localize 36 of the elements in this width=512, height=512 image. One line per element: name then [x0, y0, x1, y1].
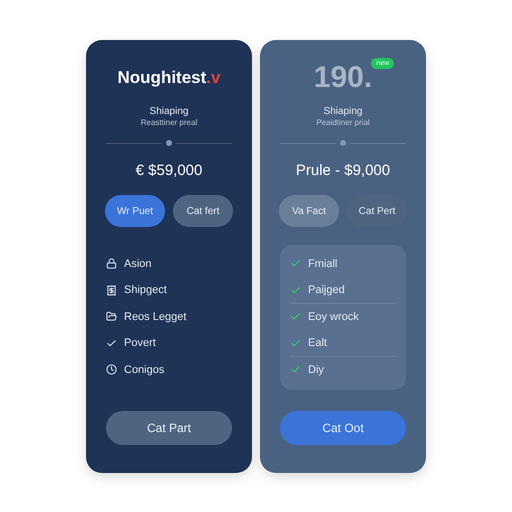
- action-button[interactable]: Cat Oot: [280, 411, 406, 445]
- feature-label: Ealt: [308, 337, 327, 350]
- check-icon: [290, 364, 301, 376]
- plan-title: 190.: [314, 61, 372, 95]
- plan-subtitle: Shiaping: [324, 106, 362, 117]
- price: Prule - $9,000: [296, 162, 390, 179]
- check-icon: [106, 338, 117, 349]
- feature-label: Reos Legget: [124, 310, 186, 323]
- check-icon: [290, 338, 301, 349]
- plan-caption: Reasttiner preal: [140, 118, 198, 127]
- check-icon: [290, 258, 301, 270]
- lock-icon: [106, 258, 117, 270]
- divider-dot: [166, 140, 172, 146]
- clock-icon: [106, 364, 117, 376]
- feature-label: Paijged: [308, 284, 345, 296]
- divider-dot: [340, 140, 346, 146]
- option-button[interactable]: Wr Puet: [105, 195, 165, 227]
- feature-label: Asion: [124, 258, 152, 270]
- check-icon: [290, 311, 301, 322]
- feature-label: Fmiall: [308, 258, 338, 270]
- plan-subtitle: Shiaping: [150, 106, 188, 117]
- receipt-icon: [106, 284, 117, 296]
- plan-title: Noughitest.v: [118, 68, 220, 88]
- price: € $59,000: [136, 162, 202, 179]
- folder-icon: [106, 311, 117, 322]
- feature-label: Eoy wrock: [308, 310, 359, 323]
- plan-caption: Peaidtiner prial: [316, 118, 370, 127]
- option-button[interactable]: Va Fact: [279, 195, 339, 227]
- feature-label: Diy: [308, 364, 324, 376]
- feature-label: Conigos: [124, 364, 164, 376]
- action-button[interactable]: Cat Part: [106, 411, 232, 445]
- check-icon: [290, 284, 301, 296]
- feature-label: Povert: [124, 337, 156, 350]
- option-button[interactable]: Cat Pert: [347, 195, 407, 227]
- option-button[interactable]: Cat fert: [173, 195, 233, 227]
- feature-label: Shipgect: [124, 284, 167, 296]
